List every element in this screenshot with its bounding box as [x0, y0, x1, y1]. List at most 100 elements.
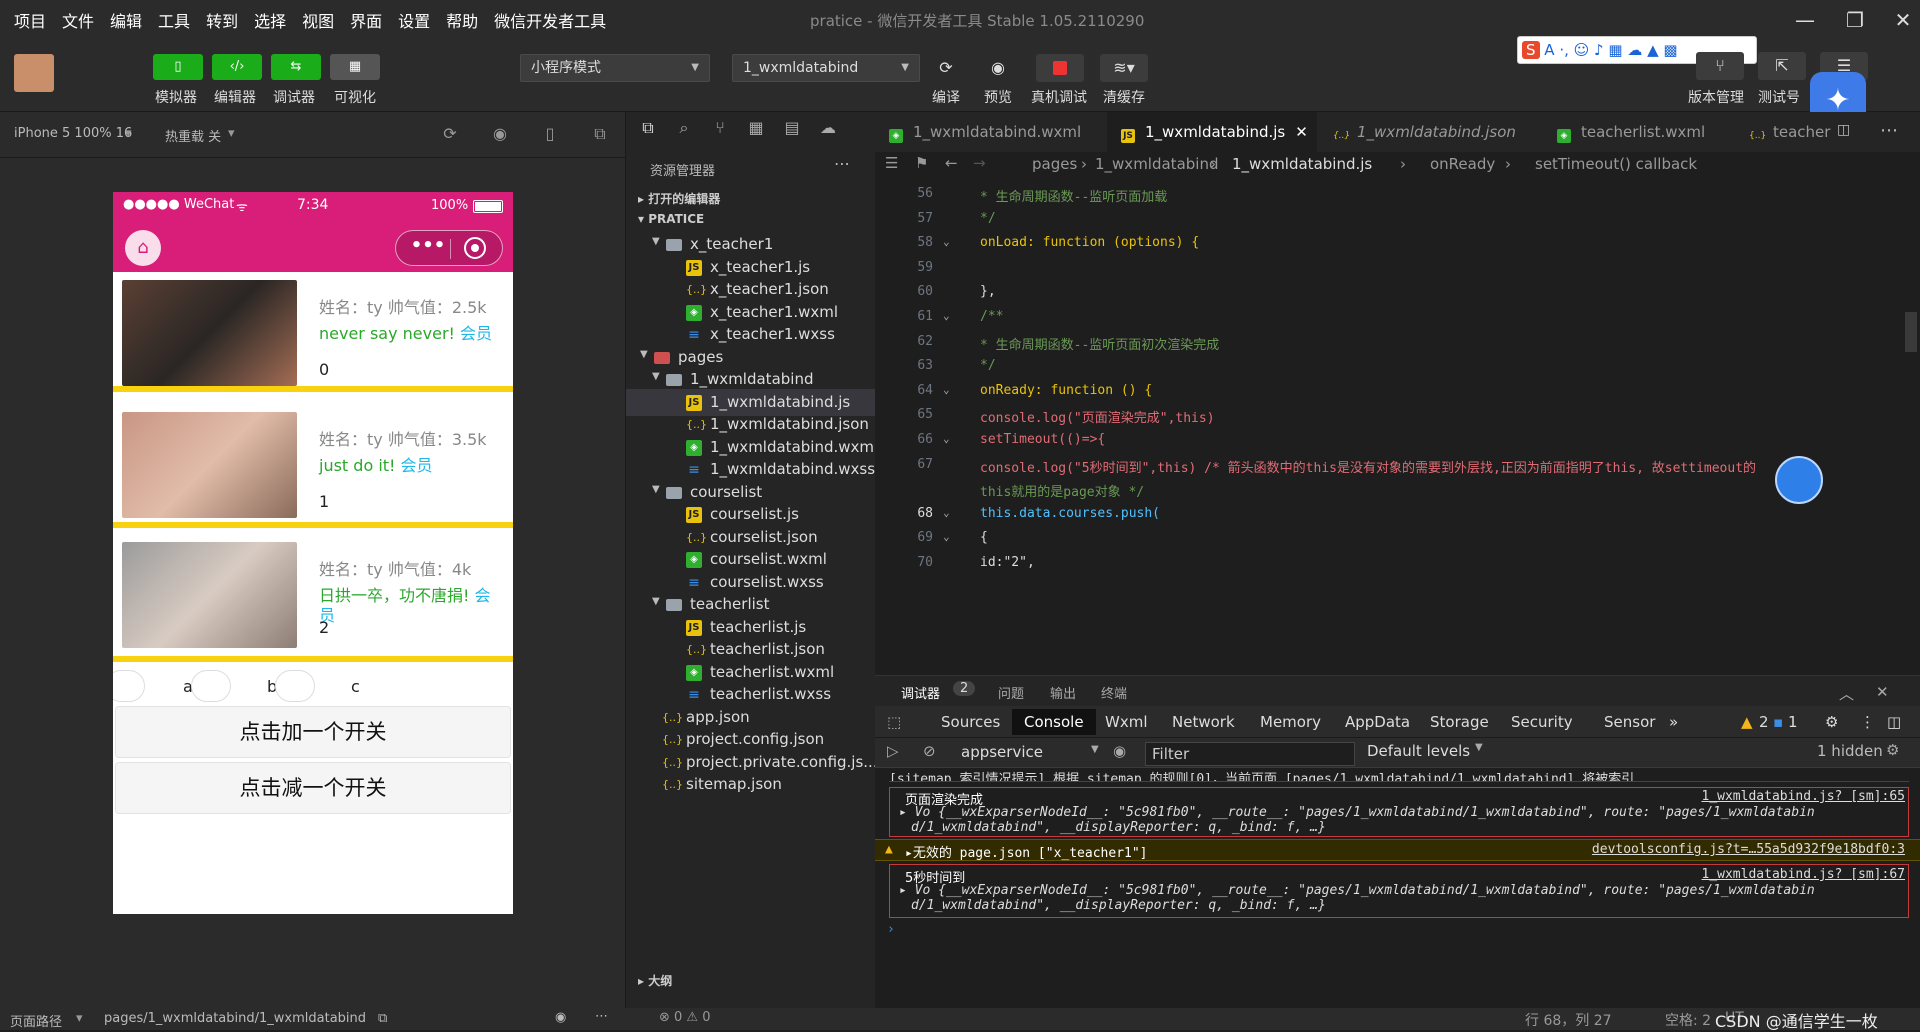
hot-reload-toggle[interactable]: 热重载 关 — [165, 126, 221, 145]
cursor-position[interactable]: 行 68，列 27 — [1525, 1010, 1612, 1030]
simulator-toggle-button[interactable]: ▯ — [153, 54, 203, 80]
mode-select[interactable]: 小程序模式 ▼ — [520, 54, 710, 82]
stop-icon[interactable]: ◉ — [490, 124, 510, 144]
info-count[interactable]: 1 — [1788, 713, 1798, 731]
indent-spaces[interactable]: 空格: 2 — [1665, 1010, 1711, 1030]
tab-memory[interactable]: Memory — [1260, 713, 1321, 731]
switch-a[interactable] — [113, 670, 145, 702]
exit-circle-icon[interactable] — [464, 237, 486, 259]
tab-wxml-panel[interactable]: Wxml — [1105, 713, 1148, 731]
remove-switch-button[interactable]: 点击减一个开关 — [115, 762, 511, 814]
popout-icon[interactable]: ⧉ — [590, 124, 610, 144]
tab-teacherlist-wxml[interactable]: ◈ teacherlist.wxml — [1543, 112, 1733, 152]
log-render-object[interactable]: ▸ Vo {__wxExparserNodeId__: "5c981fb0", … — [899, 805, 1899, 820]
console-settings-icon[interactable]: ⚙ — [1886, 741, 1899, 759]
copy-icon[interactable]: ⧉ — [378, 1011, 387, 1026]
collapse-icon[interactable]: ︿ — [1839, 683, 1854, 704]
breadcrumb-folder[interactable]: 1_wxmldatabind — [1095, 155, 1218, 173]
eye-icon[interactable]: ◉ — [555, 1010, 566, 1025]
more-tabs-icon[interactable]: » — [1669, 713, 1678, 731]
code-line[interactable]: 65 console.log("页面渲染完成",this) — [875, 407, 1920, 432]
add-switch-button[interactable]: 点击加一个开关 — [115, 706, 511, 758]
clear-console-icon[interactable]: ⊘ — [923, 742, 936, 760]
code-line[interactable]: 62 * 生命周期函数--监听页面初次渲染完成 — [875, 334, 1920, 359]
tab-security[interactable]: Security — [1511, 713, 1573, 731]
menu-view[interactable]: 视图 — [294, 8, 342, 32]
inspect-icon[interactable]: ⬚ — [887, 713, 901, 731]
compile-icon[interactable]: ⟳ — [922, 54, 970, 82]
gear-icon[interactable]: ⚙ — [1825, 713, 1838, 731]
visual-toggle-button[interactable]: ▦ — [330, 54, 380, 80]
menu-tools[interactable]: 工具 — [150, 8, 198, 32]
fold-chevron-icon[interactable]: ⌄ — [943, 309, 950, 322]
code-line[interactable]: 68 ⌄ this.data.courses.push( — [875, 506, 1920, 531]
more-icon[interactable]: ⋯ — [595, 1009, 608, 1024]
tab-teacher[interactable]: {..} teacher — [1735, 112, 1845, 152]
tab-storage[interactable]: Storage — [1430, 713, 1489, 731]
tab-sources[interactable]: Sources — [941, 713, 1000, 731]
code-line[interactable]: 69 ⌄ { — [875, 530, 1920, 555]
floating-assistant-icon[interactable] — [1775, 456, 1823, 504]
code-line[interactable]: 57 */ — [875, 211, 1920, 236]
tab-appdata[interactable]: AppData — [1345, 713, 1410, 731]
log-render-source[interactable]: 1_wxmldatabind.js? [sm]:65 — [1655, 789, 1906, 804]
tab-issues[interactable]: 问题 — [998, 683, 1024, 702]
list-icon[interactable]: ☰ — [885, 154, 898, 172]
tab-js-active[interactable]: JS 1_wxmldatabind.js ✕ — [1107, 112, 1317, 152]
log-levels-select[interactable]: Default levels — [1367, 742, 1470, 760]
warning-source[interactable]: devtoolsconfig.js?t=…55a5d932f9e18bdf0:3 — [1575, 842, 1905, 857]
code-line[interactable]: 66 ⌄ setTimeout(()=>{ — [875, 432, 1920, 457]
tab-debugger[interactable]: 调试器 — [901, 683, 940, 702]
page-path-label[interactable]: 页面路径 — [10, 1011, 62, 1030]
sidebar-toggle-icon[interactable]: ▷ — [887, 742, 899, 760]
real-debug-icon[interactable] — [1036, 54, 1084, 82]
code-line[interactable]: 64 ⌄ onReady: function () { — [875, 383, 1920, 408]
breadcrumb-callback[interactable]: setTimeout() callback — [1535, 155, 1697, 173]
menu-project[interactable]: 项目 — [6, 8, 54, 32]
forward-arrow-icon[interactable]: → — [973, 154, 986, 172]
layout-icon[interactable]: ▤ — [782, 118, 802, 138]
switch-c[interactable] — [275, 670, 315, 702]
fold-chevron-icon[interactable]: ⌄ — [943, 530, 950, 543]
eye-icon[interactable]: ◉ — [1113, 742, 1126, 760]
maximize-button[interactable]: ❐ — [1840, 6, 1870, 34]
code-line[interactable]: 60}, — [875, 284, 1920, 309]
capsule-menu[interactable]: ••• — [395, 230, 503, 266]
close-tab-icon[interactable]: ✕ — [1295, 123, 1308, 141]
warning-count[interactable]: 2 — [1759, 713, 1769, 731]
menu-goto[interactable]: 转到 — [198, 8, 246, 32]
source-control-icon[interactable]: ⑂ — [710, 118, 730, 138]
bookmark-icon[interactable]: ⚑ — [915, 154, 928, 172]
menu-file[interactable]: 文件 — [54, 8, 102, 32]
log-timer-object[interactable]: ▸ Vo {__wxExparserNodeId__: "5c981fb0", … — [899, 883, 1899, 898]
refresh-icon[interactable]: ⟳ — [440, 124, 460, 144]
more-dots-icon[interactable]: ••• — [406, 235, 450, 256]
fold-chevron-icon[interactable]: ⌄ — [943, 383, 950, 396]
code-line[interactable]: 59 — [875, 260, 1920, 285]
extensions-icon[interactable]: ▦ — [746, 118, 766, 138]
menu-select[interactable]: 选择 — [246, 8, 294, 32]
device-select[interactable]: iPhone 5 100% 16 — [14, 126, 132, 141]
split-editor-icon[interactable]: ◫ — [1837, 122, 1850, 138]
fold-chevron-icon[interactable]: ⌄ — [943, 432, 950, 445]
menu-settings[interactable]: 设置 — [390, 8, 438, 32]
menu-wechat-devtools[interactable]: 微信开发者工具 — [486, 8, 614, 32]
console-prompt[interactable]: › — [887, 922, 1907, 937]
log-timer-source[interactable]: 1_wxmldatabind.js? [sm]:67 — [1655, 867, 1906, 882]
open-editors-section[interactable]: ▸ 打开的编辑器 — [638, 190, 720, 207]
breadcrumb-function[interactable]: onReady — [1430, 155, 1495, 173]
minimize-button[interactable]: — — [1790, 6, 1820, 34]
breadcrumb-file[interactable]: 1_wxmldatabind.js — [1232, 155, 1372, 173]
tab-console[interactable]: Console — [1012, 709, 1096, 735]
dock-icon[interactable]: ◫ — [1887, 713, 1901, 731]
code-line[interactable]: 67 console.log("5秒时间到",this) /* 箭头函数中的th… — [875, 457, 1920, 482]
scrollbar[interactable] — [1905, 312, 1917, 352]
menu-edit[interactable]: 编辑 — [102, 8, 150, 32]
code-line[interactable]: 70 id:"2", — [875, 555, 1920, 580]
kebab-menu-icon[interactable]: ⋮ — [1860, 713, 1875, 731]
problems-status[interactable]: ⊗ 0 ⚠ 0 — [659, 1010, 711, 1025]
home-icon[interactable]: ⌂ — [125, 230, 161, 266]
more-icon[interactable]: ⋯ — [1880, 120, 1898, 141]
editor-toggle-button[interactable]: ‹/› — [212, 54, 262, 80]
code-line[interactable]: 56 * 生命周期函数--监听页面加载 — [875, 186, 1920, 211]
